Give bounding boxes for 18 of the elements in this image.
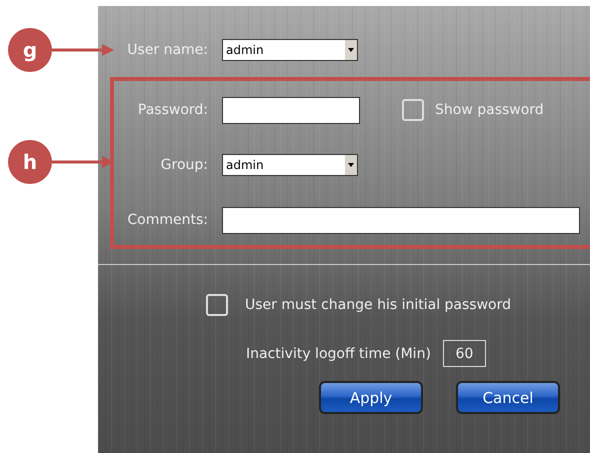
user-name-dropdown[interactable]: admin <box>222 39 358 61</box>
group-dropdown[interactable]: admin <box>222 154 358 176</box>
callout-badge: g <box>8 28 52 72</box>
inactivity-label: Inactivity logoff time (Min) <box>246 346 431 362</box>
callout-badge: h <box>8 140 52 184</box>
password-field[interactable] <box>222 96 360 124</box>
comments-field[interactable] <box>222 206 580 234</box>
field-label: User name: <box>126 42 208 58</box>
dialog-button[interactable]: Cancel <box>456 381 560 414</box>
checkbox[interactable] <box>402 99 424 121</box>
field-label: Group: <box>160 157 208 173</box>
minutes-field[interactable]: 60 <box>442 340 486 367</box>
checkbox[interactable] <box>206 294 228 316</box>
checkbox-label: Show password <box>435 102 544 118</box>
field-label: Comments: <box>126 212 208 228</box>
checkbox-label: User must change his initial password <box>245 297 511 313</box>
field-label: Password: <box>136 102 208 118</box>
dialog-button[interactable]: Apply <box>319 381 423 414</box>
